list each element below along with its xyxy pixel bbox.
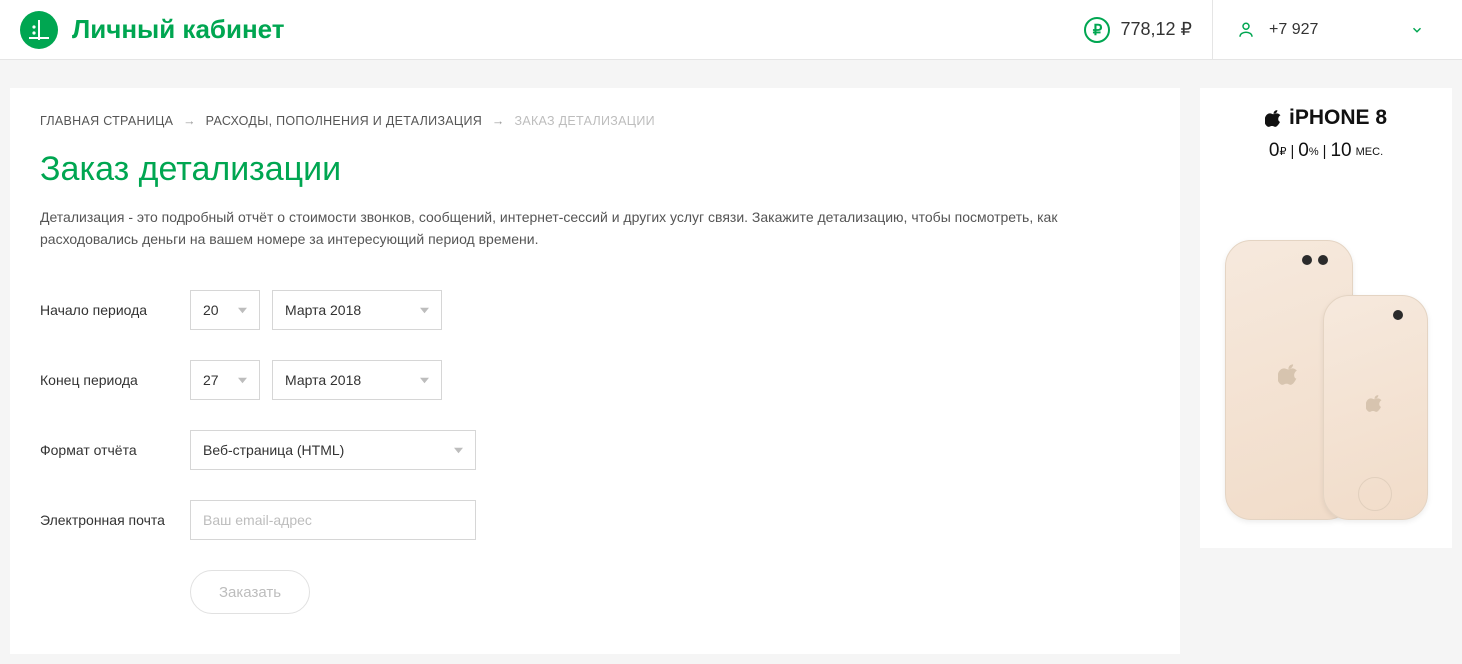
breadcrumb-current: ЗАКАЗ ДЕТАЛИЗАЦИИ bbox=[514, 114, 654, 128]
row-start-period: Начало периода 20 Марта 2018 bbox=[40, 290, 1150, 330]
phone-mockup-small bbox=[1323, 295, 1428, 520]
person-icon bbox=[1237, 21, 1255, 39]
start-month-value: Марта 2018 bbox=[285, 302, 361, 318]
promo-card[interactable]: iPHONE 8 0₽ | 0% | 10 МЕС. bbox=[1200, 88, 1452, 548]
end-day-value: 27 bbox=[203, 372, 219, 388]
account-phone: +7 927 bbox=[1269, 21, 1318, 39]
page-body: ГЛАВНАЯ СТРАНИЦА → РАСХОДЫ, ПОПОЛНЕНИЯ И… bbox=[0, 60, 1462, 664]
row-report-format: Формат отчёта Веб-страница (HTML) bbox=[40, 430, 1150, 470]
start-day-value: 20 bbox=[203, 302, 219, 318]
camera-icon bbox=[1318, 255, 1328, 265]
order-button[interactable]: Заказать bbox=[190, 570, 310, 614]
camera-icon bbox=[1393, 310, 1403, 320]
promo-image bbox=[1210, 180, 1442, 520]
caret-down-icon bbox=[410, 376, 429, 385]
start-day-select[interactable]: 20 bbox=[190, 290, 260, 330]
promo-terms: 0₽ | 0% | 10 МЕС. bbox=[1210, 140, 1442, 162]
end-day-select[interactable]: 27 bbox=[190, 360, 260, 400]
label-end-period: Конец периода bbox=[40, 372, 190, 388]
apple-logo-icon bbox=[1366, 394, 1384, 412]
breadcrumb-section[interactable]: РАСХОДЫ, ПОПОЛНЕНИЯ И ДЕТАЛИЗАЦИЯ bbox=[206, 114, 482, 128]
label-report-format: Формат отчёта bbox=[40, 442, 190, 458]
row-email: Электронная почта bbox=[40, 500, 1150, 540]
caret-down-icon bbox=[228, 306, 247, 315]
brand-logo-icon bbox=[20, 11, 58, 49]
page-title: Заказ детализации bbox=[40, 150, 1150, 189]
row-end-period: Конец периода 27 Марта 2018 bbox=[40, 360, 1150, 400]
end-month-value: Марта 2018 bbox=[285, 372, 361, 388]
caret-down-icon bbox=[228, 376, 247, 385]
page-description: Детализация - это подробный отчёт о стои… bbox=[40, 207, 1080, 250]
arrow-right-icon: → bbox=[183, 114, 196, 128]
ruble-icon: ₽ bbox=[1084, 17, 1110, 43]
balance-value: 778,12 ₽ bbox=[1120, 19, 1192, 40]
report-format-value: Веб-страница (HTML) bbox=[203, 442, 344, 458]
promo-title-row: iPHONE 8 bbox=[1210, 106, 1442, 130]
balance[interactable]: ₽ 778,12 ₽ bbox=[1084, 17, 1212, 43]
apple-logo-icon bbox=[1278, 363, 1300, 385]
home-button-icon bbox=[1358, 477, 1392, 511]
apple-logo-icon bbox=[1265, 109, 1283, 127]
main-card: ГЛАВНАЯ СТРАНИЦА → РАСХОДЫ, ПОПОЛНЕНИЯ И… bbox=[10, 88, 1180, 654]
breadcrumb: ГЛАВНАЯ СТРАНИЦА → РАСХОДЫ, ПОПОЛНЕНИЯ И… bbox=[40, 114, 1150, 128]
end-month-select[interactable]: Марта 2018 bbox=[272, 360, 442, 400]
report-format-select[interactable]: Веб-страница (HTML) bbox=[190, 430, 476, 470]
label-email: Электронная почта bbox=[40, 512, 190, 528]
start-month-select[interactable]: Марта 2018 bbox=[272, 290, 442, 330]
site-title[interactable]: Личный кабинет bbox=[72, 14, 285, 45]
caret-down-icon bbox=[410, 306, 429, 315]
arrow-right-icon: → bbox=[492, 114, 505, 128]
header: Личный кабинет ₽ 778,12 ₽ +7 927 bbox=[0, 0, 1462, 60]
chevron-down-icon bbox=[1410, 23, 1424, 37]
promo-title: iPHONE 8 bbox=[1289, 106, 1387, 130]
account-dropdown[interactable]: +7 927 bbox=[1212, 0, 1442, 60]
breadcrumb-home[interactable]: ГЛАВНАЯ СТРАНИЦА bbox=[40, 114, 173, 128]
caret-down-icon bbox=[444, 446, 463, 455]
email-input[interactable] bbox=[190, 500, 476, 540]
label-start-period: Начало периода bbox=[40, 302, 190, 318]
